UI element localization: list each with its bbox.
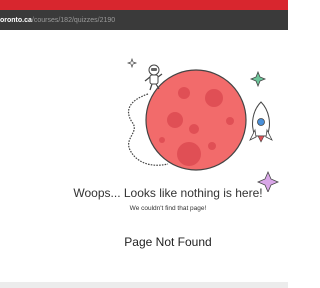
url-text[interactable]: oronto.ca/courses/182/quizzes/2190 (0, 17, 115, 24)
page-content: Woops... Looks like nothing is here! We … (0, 30, 288, 282)
browser-top-bar (0, 0, 288, 10)
headline: Woops... Looks like nothing is here! (73, 186, 263, 200)
url-path: /courses/182/quizzes/2190 (31, 16, 116, 24)
rocket-icon (249, 101, 273, 143)
star-icon (126, 57, 138, 69)
planet-icon (145, 69, 247, 171)
bottom-strip (0, 282, 288, 288)
page-title: Page Not Found (124, 235, 212, 249)
address-bar[interactable]: oronto.ca/courses/182/quizzes/2190 (0, 10, 288, 30)
sparkle-icon (249, 70, 267, 88)
subtext: We couldn't find that page! (129, 205, 207, 212)
space-illustration (126, 57, 280, 192)
url-host: oronto.ca (0, 16, 32, 24)
